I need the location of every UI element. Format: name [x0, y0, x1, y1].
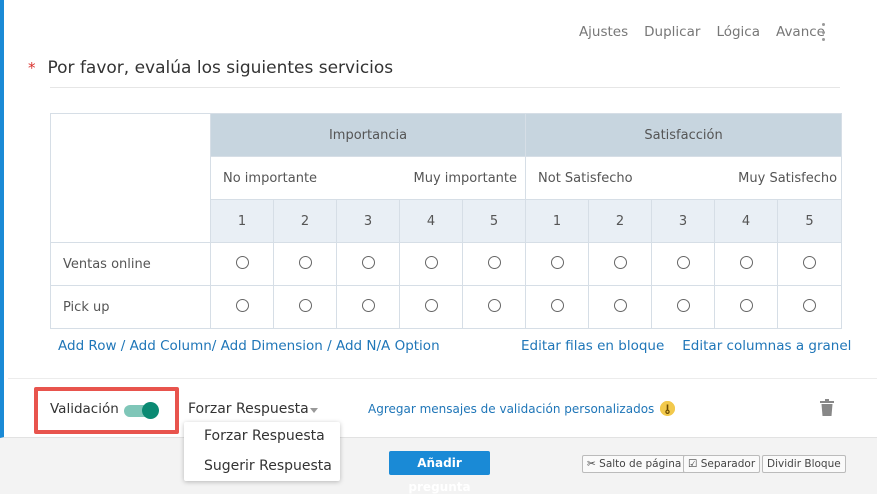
- question-toolbar: Ajustes Duplicar Lógica Avance: [579, 24, 825, 40]
- validation-label: Validación: [50, 401, 119, 417]
- add-question-button[interactable]: Añadir pregunta: [389, 451, 490, 494]
- scale-labels: No importante Muy importante: [209, 156, 527, 200]
- scale-number: 2: [588, 199, 653, 243]
- link-separator: /: [322, 338, 336, 354]
- radio-button[interactable]: [424, 298, 438, 312]
- matrix-edit-links: Add Row / Add Column/ Add Dimension / Ad…: [58, 338, 440, 354]
- edit-rows-bulk-link[interactable]: Editar filas en bloque: [521, 338, 664, 354]
- radio-button[interactable]: [613, 255, 627, 269]
- radio-button[interactable]: [676, 255, 690, 269]
- link-separator: /: [116, 338, 130, 354]
- radio-button[interactable]: [487, 255, 501, 269]
- radio-button[interactable]: [298, 298, 312, 312]
- add-row-link[interactable]: Add Row: [58, 338, 117, 354]
- question-text: Por favor, evalúa los siguientes servici…: [47, 58, 394, 78]
- radio-button[interactable]: [803, 255, 817, 269]
- separator-label: Separador: [700, 458, 756, 470]
- dimension-header[interactable]: Importancia: [209, 113, 527, 157]
- duplicate-link[interactable]: Duplicar: [644, 24, 700, 40]
- scale-low-label[interactable]: Not Satisfecho: [538, 171, 633, 186]
- scale-number: 4: [399, 199, 463, 243]
- radio-button[interactable]: [739, 255, 753, 269]
- separator-button[interactable]: ☑︎ Separador: [683, 455, 761, 473]
- chevron-down-icon: [310, 408, 318, 413]
- row-label[interactable]: Pick up: [50, 285, 211, 329]
- dimension-header[interactable]: Satisfacción: [525, 113, 843, 157]
- page-break-label: Salto de página: [599, 458, 682, 470]
- dropdown-option-suggest[interactable]: Sugerir Respuesta: [204, 458, 332, 474]
- scale-low-label[interactable]: No importante: [223, 171, 317, 186]
- matrix-row: Pick up: [50, 285, 843, 329]
- required-mark: *: [28, 59, 36, 77]
- radio-button[interactable]: [739, 298, 753, 312]
- scale-number: 4: [714, 199, 779, 243]
- scale-number: 5: [777, 199, 843, 243]
- page-break-icon: ✂︎: [587, 458, 596, 470]
- scale-number: 3: [336, 199, 400, 243]
- matrix-corner: [50, 113, 211, 243]
- radio-button[interactable]: [361, 255, 375, 269]
- validation-toggle[interactable]: [124, 402, 159, 419]
- scale-number: 1: [210, 199, 274, 243]
- validation-highlight: Validación: [34, 387, 179, 434]
- scale-number: 1: [525, 199, 590, 243]
- section-divider: [8, 378, 877, 379]
- question-card: Ajustes Duplicar Lógica Avance * Por fav…: [0, 0, 877, 438]
- settings-link[interactable]: Ajustes: [579, 24, 628, 40]
- dropdown-option-force[interactable]: Forzar Respuesta: [204, 428, 325, 444]
- add-column-link[interactable]: Add Column/: [130, 338, 217, 354]
- add-dimension-link[interactable]: Add Dimension: [221, 338, 323, 354]
- rating-matrix: Importancia Satisfacción No importante M…: [50, 113, 843, 329]
- radio-button[interactable]: [298, 255, 312, 269]
- radio-button[interactable]: [550, 255, 564, 269]
- radio-button[interactable]: [361, 298, 375, 312]
- split-block-button[interactable]: Dividir Bloque: [762, 455, 846, 473]
- row-label[interactable]: Ventas online: [50, 242, 211, 286]
- scale-high-label[interactable]: Muy Satisfecho: [738, 171, 837, 186]
- edit-columns-bulk-link[interactable]: Editar columnas a granel: [682, 338, 851, 354]
- radio-button[interactable]: [235, 255, 249, 269]
- scale-labels: Not Satisfecho Muy Satisfecho: [525, 156, 843, 200]
- scale-number: 3: [651, 199, 716, 243]
- more-options-icon[interactable]: [820, 23, 826, 41]
- scale-high-label[interactable]: Muy importante: [414, 171, 518, 186]
- radio-button[interactable]: [613, 298, 627, 312]
- validation-type-select[interactable]: Forzar Respuesta: [188, 401, 320, 423]
- select-value: Forzar Respuesta: [188, 401, 309, 417]
- title-divider: [50, 87, 840, 88]
- custom-validation-messages-link[interactable]: Agregar mensajes de validación personali…: [368, 402, 654, 416]
- validation-dropdown-menu: Forzar Respuesta Sugerir Respuesta: [184, 422, 340, 481]
- add-na-option-link[interactable]: Add N/A Option: [336, 338, 440, 354]
- radio-button[interactable]: [487, 298, 501, 312]
- radio-button[interactable]: [550, 298, 564, 312]
- radio-button[interactable]: [235, 298, 249, 312]
- advance-link[interactable]: Avance: [776, 24, 825, 40]
- checkbox-icon: ☑︎: [688, 458, 698, 470]
- scale-number: 5: [461, 199, 527, 243]
- hint-icon[interactable]: [660, 401, 675, 416]
- trash-icon[interactable]: [820, 399, 834, 416]
- matrix-row: Ventas online: [50, 242, 843, 286]
- radio-button[interactable]: [424, 255, 438, 269]
- logic-link[interactable]: Lógica: [716, 24, 760, 40]
- question-title[interactable]: * Por favor, evalúa los siguientes servi…: [28, 58, 393, 78]
- radio-button[interactable]: [803, 298, 817, 312]
- radio-button[interactable]: [676, 298, 690, 312]
- bulk-edit-links: Editar filas en bloque Editar columnas a …: [521, 338, 851, 354]
- scale-number: 2: [273, 199, 337, 243]
- toggle-knob: [142, 402, 159, 419]
- page-break-button[interactable]: ✂︎ Salto de página: [582, 455, 687, 473]
